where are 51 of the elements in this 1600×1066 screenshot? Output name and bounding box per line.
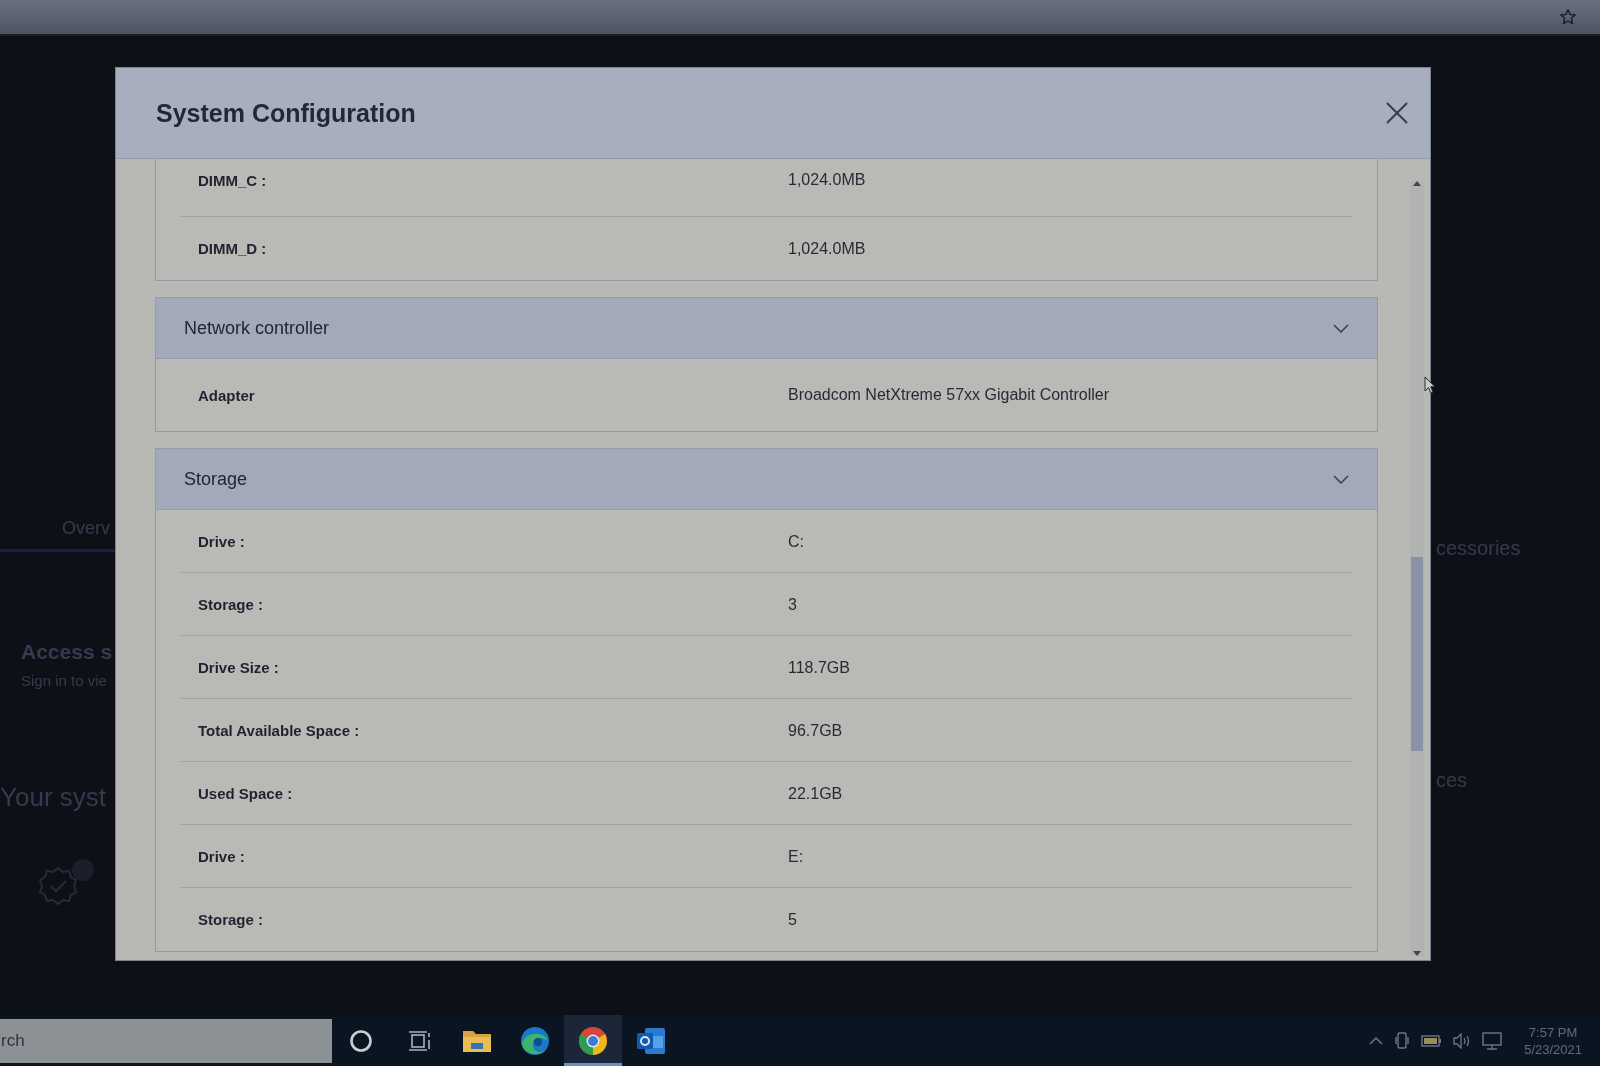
row-label: DIMM_C : bbox=[198, 171, 267, 189]
row-value: 96.7GB bbox=[788, 721, 843, 740]
folder-icon bbox=[463, 1029, 491, 1052]
chevron-up-icon[interactable] bbox=[1369, 1036, 1384, 1045]
row-value: Broadcom NetXtreme 57xx Gigabit Controller bbox=[788, 386, 1110, 404]
close-button[interactable] bbox=[1384, 100, 1410, 126]
battery-icon[interactable] bbox=[1421, 1034, 1442, 1047]
row-label: Adapter bbox=[198, 386, 255, 404]
row-value: 3 bbox=[788, 595, 797, 614]
star-icon[interactable] bbox=[1560, 9, 1576, 25]
cursor-icon bbox=[1424, 376, 1436, 394]
scroll-up-icon[interactable] bbox=[1413, 181, 1421, 186]
section-header[interactable]: Network controller bbox=[156, 298, 1377, 359]
chevron-down-icon[interactable] bbox=[1333, 474, 1349, 484]
row-label: Storage : bbox=[198, 911, 263, 928]
section-title: Network controller bbox=[184, 317, 330, 339]
row-value: 1,024.0MB bbox=[788, 171, 866, 189]
row-label: Drive Size : bbox=[198, 659, 279, 676]
chevron-down-icon[interactable] bbox=[1333, 323, 1349, 333]
row-label: Drive : bbox=[198, 848, 245, 865]
row-label: Used Space : bbox=[198, 785, 293, 802]
taskbar-button[interactable] bbox=[564, 1015, 622, 1066]
row-value: E: bbox=[788, 847, 804, 866]
scrollbar-track[interactable] bbox=[1410, 181, 1424, 956]
section-header[interactable]: Storage bbox=[156, 449, 1377, 510]
scrollbar-thumb[interactable] bbox=[1411, 557, 1423, 751]
monitor-icon[interactable] bbox=[1482, 1031, 1503, 1050]
row-value: 5 bbox=[788, 910, 797, 929]
row-label: Total Available Space : bbox=[198, 722, 360, 739]
dialog-title: System Configuration bbox=[156, 98, 416, 128]
close-icon bbox=[1386, 102, 1408, 124]
mail-tile-icon bbox=[637, 1027, 665, 1054]
badge-icon bbox=[38, 858, 95, 906]
clock-time[interactable]: 7:57 PM bbox=[1528, 1023, 1578, 1041]
clock-date[interactable]: 5/23/2021 bbox=[1524, 1040, 1582, 1058]
search-field[interactable]: rch bbox=[0, 1018, 332, 1063]
wave-icon bbox=[521, 1026, 549, 1055]
device-icon[interactable] bbox=[1395, 1032, 1410, 1049]
ring-icon bbox=[350, 1029, 372, 1052]
scroll-down-icon[interactable] bbox=[1413, 951, 1421, 956]
row-value: 22.1GB bbox=[788, 784, 843, 803]
task-view-icon bbox=[408, 1030, 430, 1051]
row-value: 1,024.0MB bbox=[788, 239, 866, 258]
section-title: Storage bbox=[184, 468, 248, 490]
speaker-icon[interactable] bbox=[1453, 1032, 1471, 1049]
row-value: 118.7GB bbox=[788, 658, 850, 677]
row-label: DIMM_D : bbox=[198, 240, 267, 257]
tricolor-circle-icon bbox=[579, 1026, 607, 1055]
row-label: Drive : bbox=[198, 533, 245, 550]
row-value: C: bbox=[788, 532, 804, 551]
row-label: Storage : bbox=[198, 596, 263, 613]
